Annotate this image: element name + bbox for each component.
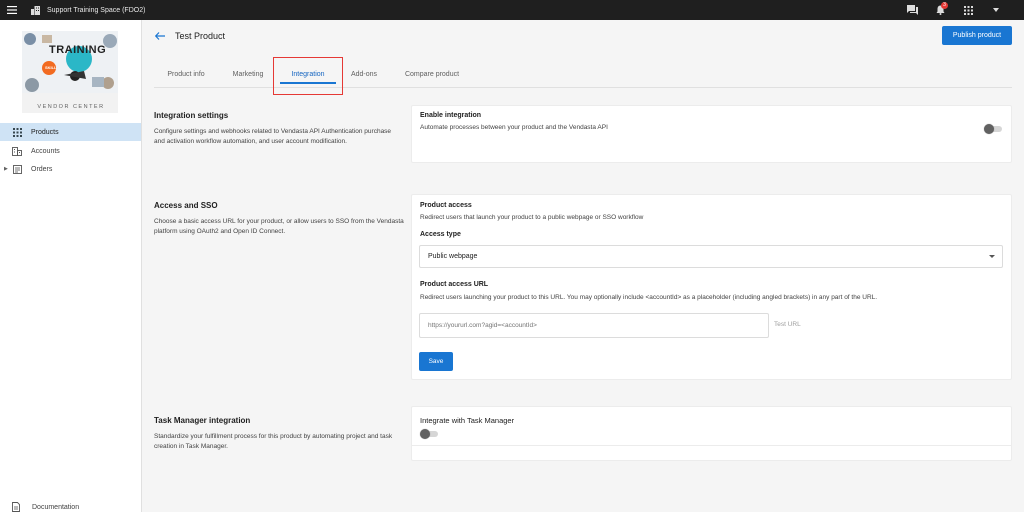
sidebar-item-products[interactable]: Products [0, 123, 141, 141]
dropdown-arrow-icon [989, 255, 995, 258]
integration-settings-description: Configure settings and webhooks related … [154, 128, 392, 145]
integration-settings-title: Integration settings [154, 111, 229, 120]
logo-subtext: SKILL [45, 65, 57, 70]
training-logo: TRAINING SKILL [22, 31, 118, 113]
access-sso-card: Product access Redirect users that launc… [411, 194, 1012, 380]
highlight-annotation [273, 57, 343, 95]
vendor-center-label: VENDOR CENTER [37, 104, 105, 110]
sidebar-item-label: Orders [31, 165, 53, 173]
product-access-url-description: Redirect users launching your product to… [420, 294, 878, 301]
sidebar-item-orders[interactable]: ▶ Orders [0, 160, 141, 178]
access-type-select[interactable]: Public webpage [419, 245, 1003, 268]
task-manager-toggle[interactable] [420, 429, 440, 439]
product-access-description: Redirect users that launch your product … [420, 214, 644, 221]
back-arrow-icon[interactable] [154, 30, 166, 42]
task-manager-toggle-label: Integrate with Task Manager [420, 416, 515, 425]
enable-integration-toggle[interactable] [984, 124, 1004, 134]
task-manager-card: Integrate with Task Manager [411, 406, 1012, 461]
document-icon [12, 502, 22, 512]
documentation-label: Documentation [32, 503, 80, 511]
bell-icon[interactable]: 3 [926, 0, 954, 20]
building-icon [31, 5, 41, 15]
expand-caret-icon[interactable]: ▶ [4, 166, 8, 172]
sidebar: TRAINING SKILL VENDOR CENTER Products Ac… [0, 20, 142, 512]
access-sso-description: Choose a basic access URL for your produ… [154, 218, 404, 235]
task-manager-title: Task Manager integration [154, 416, 251, 425]
publish-product-button[interactable]: Publish product [942, 26, 1012, 45]
access-sso-title: Access and SSO [154, 201, 218, 210]
sidebar-item-label: Accounts [31, 147, 60, 155]
enable-integration-description: Automate processes between your product … [420, 124, 608, 131]
logo-text: TRAINING [49, 44, 107, 56]
save-button[interactable]: Save [419, 352, 453, 371]
tab-product-info[interactable]: Product info [159, 62, 213, 87]
page-title: Test Product [175, 31, 226, 41]
tab-marketing[interactable]: Marketing [224, 62, 272, 87]
chat-icon[interactable] [898, 0, 926, 20]
notification-badge: 3 [941, 2, 948, 9]
building-icon [12, 146, 22, 156]
account-menu-caret-icon[interactable] [982, 0, 1010, 20]
product-access-label: Product access [420, 202, 472, 209]
tab-add-ons[interactable]: Add-ons [344, 62, 384, 87]
top-bar: Support Training Space (FDO2) 3 [0, 0, 1024, 20]
integration-settings-card: Enable integration Automate processes be… [411, 105, 1012, 163]
access-type-value: Public webpage [428, 253, 478, 260]
org-name[interactable]: Support Training Space (FDO2) [47, 7, 145, 14]
task-manager-description: Standardize your fulfillment process for… [154, 433, 393, 450]
grid-icon [12, 127, 22, 137]
apps-grid-icon[interactable] [954, 0, 982, 20]
sidebar-item-accounts[interactable]: Accounts [0, 142, 141, 160]
sidebar-item-label: Products [31, 128, 59, 136]
product-access-url-label: Product access URL [420, 281, 489, 288]
enable-integration-label: Enable integration [420, 112, 482, 119]
menu-icon[interactable] [0, 0, 24, 20]
access-type-label: Access type [420, 231, 461, 238]
sidebar-item-documentation[interactable]: Documentation [0, 500, 141, 512]
orders-icon [12, 164, 22, 174]
tab-compare-product[interactable]: Compare product [396, 62, 468, 87]
divider [412, 445, 1011, 446]
product-access-url-input[interactable] [419, 313, 769, 338]
test-url-link[interactable]: Test URL [774, 321, 801, 328]
